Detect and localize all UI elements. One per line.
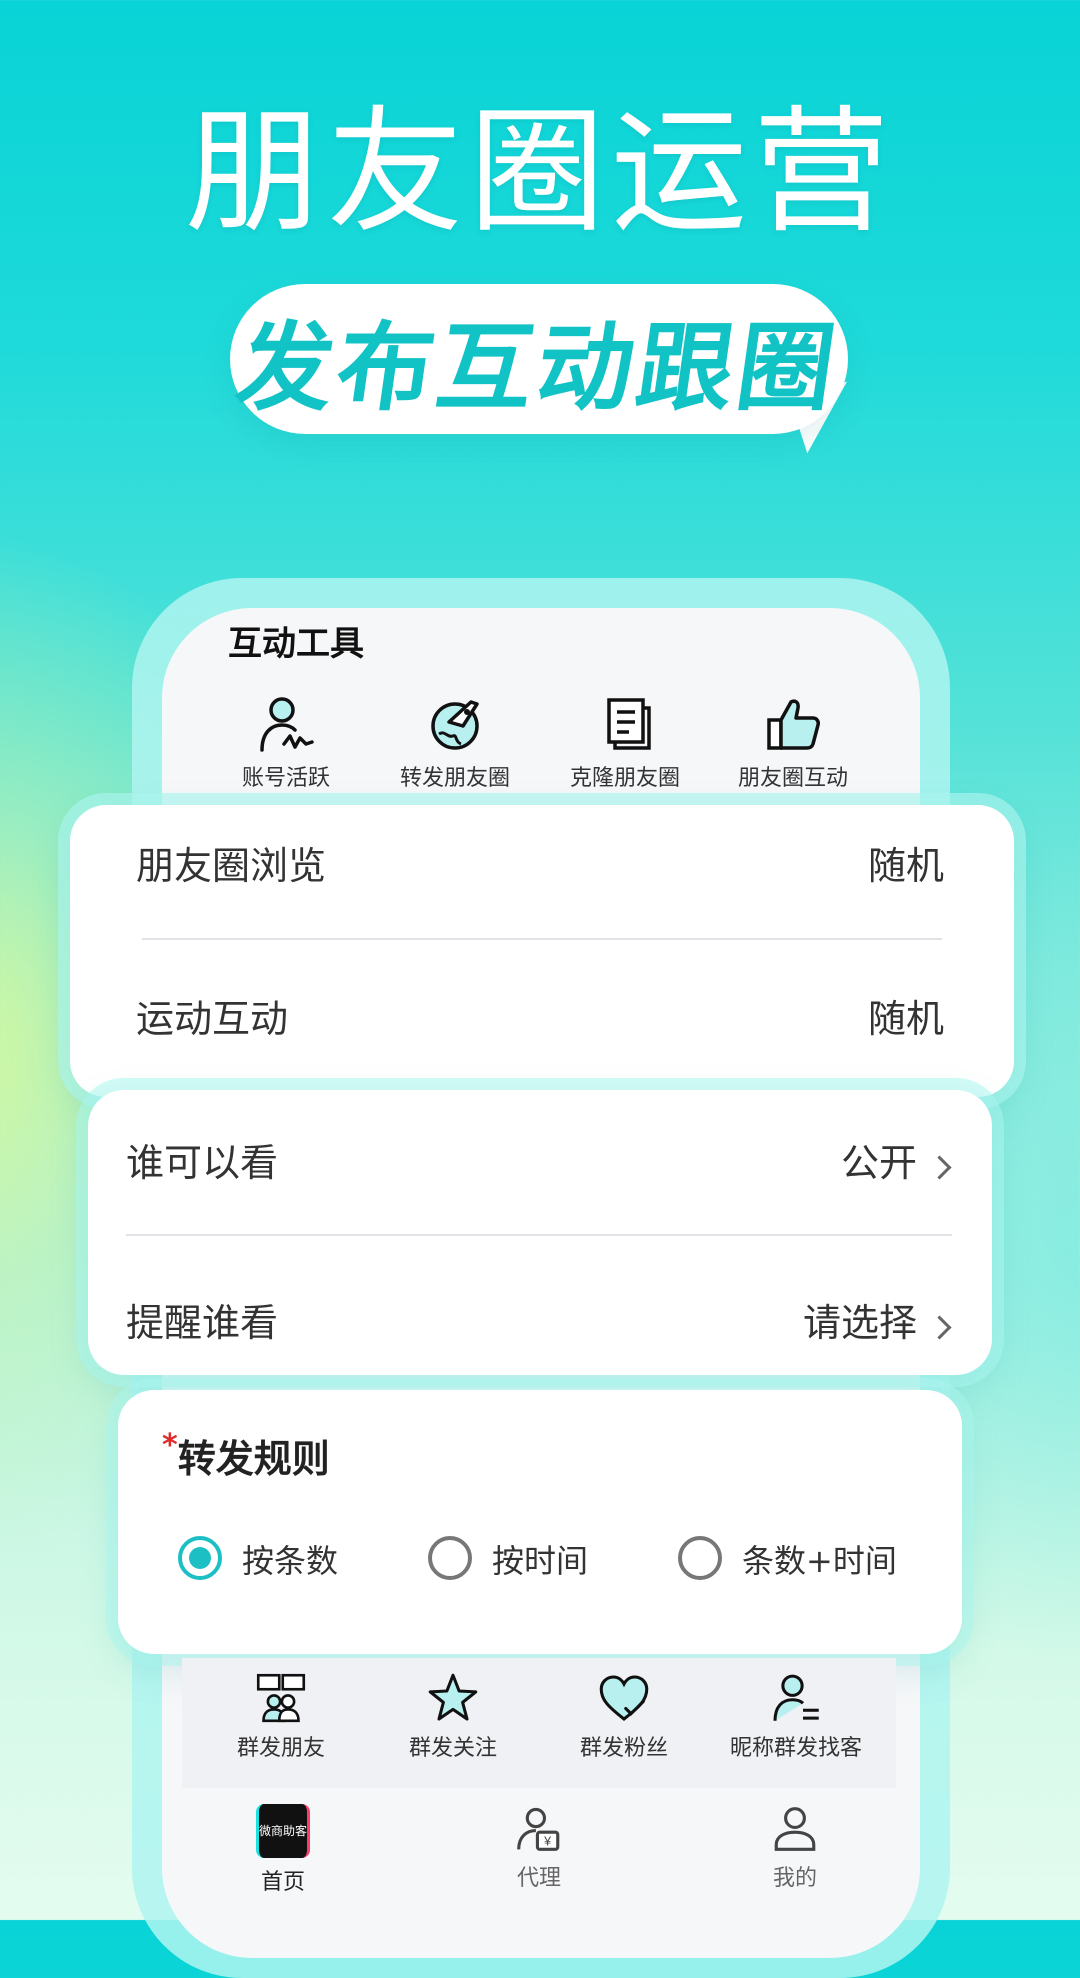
tool-label: 朋友圈互动 [737,766,848,791]
tool-nickname-mass[interactable]: 昵称群发找客 [706,1670,886,1762]
row-divider [142,938,942,940]
agent-icon: ¥ [517,1807,560,1851]
radio-count-and-time-label: 条数+时间 [742,1542,897,1580]
group-chat-icon [256,1673,306,1723]
tool-label: 群发粉丝 [579,1736,668,1761]
nav-mine[interactable]: 我的 [720,1804,870,1892]
tool-moments-interact[interactable]: 朋友圈互动 [703,692,883,792]
nav-mine-label: 我的 [772,1866,817,1891]
hero-title: 朋友圈运营 [185,94,895,252]
globe-rocket-icon [431,700,479,750]
tools-section-title: 互动工具 [228,624,364,664]
radio-count-and-time[interactable] [678,1536,722,1580]
row-remind-value[interactable]: 请选择 [802,1292,952,1347]
tool-label: 群发朋友 [236,1736,325,1761]
tool-mass-friends[interactable]: 群发朋友 [191,1670,371,1762]
tool-clone-moments[interactable]: 克隆朋友圈 [535,692,715,792]
nav-agent-label: 代理 [516,1866,561,1891]
tool-label: 账号活跃 [241,766,330,791]
row-sport-interact-value[interactable]: 随机 [868,988,944,1043]
radio-by-count-label: 按条数 [242,1542,339,1580]
tool-label: 转发朋友圈 [399,766,510,791]
row-remind-label: 提醒谁看 [126,1301,279,1345]
chevron-right-icon [927,1315,952,1340]
row-who-can-see-value[interactable]: 公开 [840,1132,952,1187]
chevron-right-icon [927,1155,952,1180]
row-sport-interact-label: 运动互动 [136,997,289,1041]
app-logo-icon: 微商助客 [256,1804,310,1858]
tool-forward-moments[interactable]: 转发朋友圈 [365,692,545,792]
radio-by-time-label: 按时间 [492,1542,589,1580]
settings-card-2: 谁可以看 公开 提醒谁看 请选择 [88,1090,992,1375]
hero-bubble-text: 发布互动跟圈 [229,311,846,424]
forward-rule-title-text: 转发规则 [177,1437,330,1481]
radio-by-time[interactable] [428,1536,472,1580]
thumbs-up-icon [767,699,820,750]
row-divider [126,1234,952,1236]
tool-account-active[interactable]: 账号活跃 [196,692,376,792]
user-list-icon [773,1674,819,1721]
tool-label: 昵称群发找客 [729,1736,862,1761]
profile-icon [774,1807,816,1851]
tool-label: 群发关注 [408,1736,497,1761]
nav-home-label: 首页 [260,1870,305,1895]
tool-mass-fans[interactable]: 群发粉丝 [534,1670,714,1762]
row-moments-browse-label: 朋友圈浏览 [136,844,327,888]
radio-by-count[interactable] [178,1536,222,1580]
svg-text:¥: ¥ [543,1834,551,1848]
row-who-can-see-label: 谁可以看 [126,1141,279,1185]
nav-home[interactable]: 微商助客 首页 [208,1804,358,1896]
remind-value-text: 请选择 [802,1301,917,1345]
forward-rule-title: *转发规则 [162,1428,330,1483]
row-moments-browse-value[interactable]: 随机 [868,835,944,890]
tool-mass-follow[interactable]: 群发关注 [363,1670,543,1762]
hero-bubble: 发布互动跟圈 [230,284,848,434]
settings-card-1: 朋友圈浏览 随机 运动互动 随机 [70,805,1014,1097]
heart-check-icon [599,1675,649,1721]
document-clone-icon [607,698,651,750]
who-can-see-value-text: 公开 [840,1141,917,1185]
star-icon [428,1673,478,1721]
required-mark: * [162,1428,178,1463]
tool-label: 克隆朋友圈 [569,766,680,791]
nav-agent[interactable]: ¥ 代理 [464,1804,614,1892]
user-activity-icon [260,697,314,752]
forward-rule-card: *转发规则 按条数 按时间 条数+时间 [118,1390,962,1654]
